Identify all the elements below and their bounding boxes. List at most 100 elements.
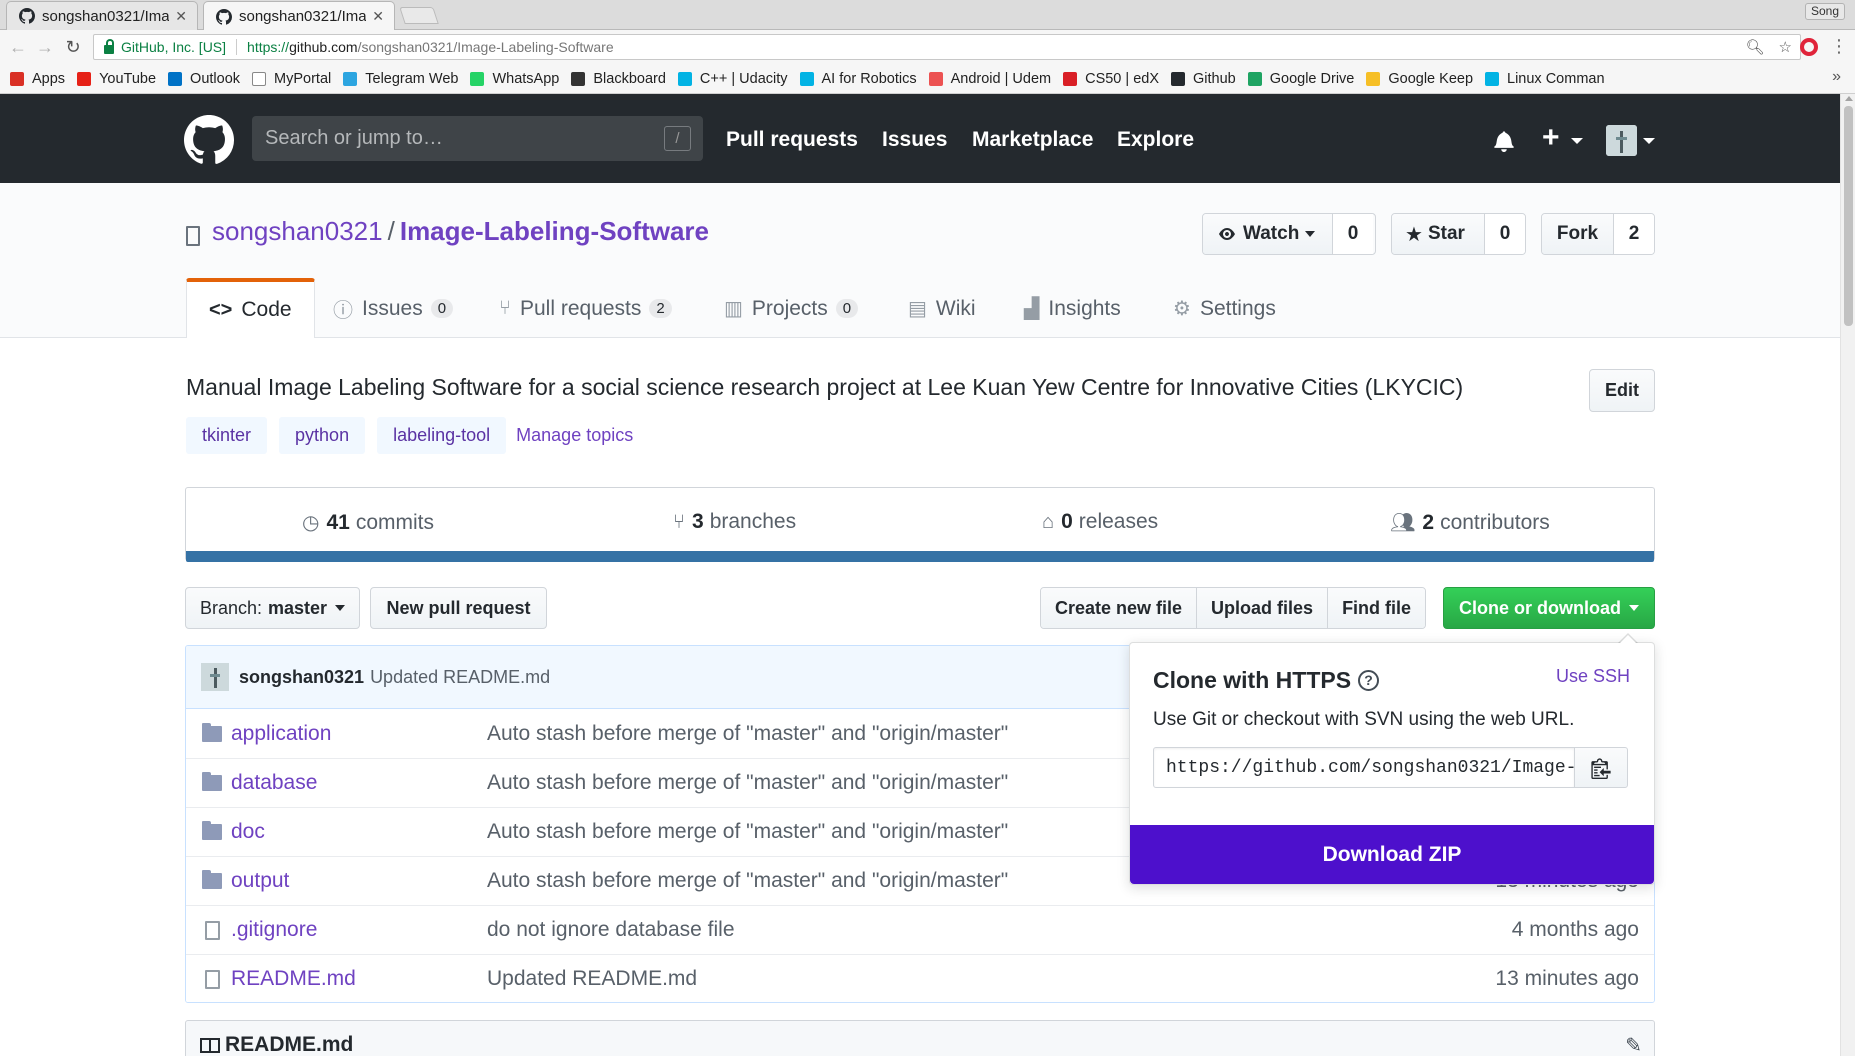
bookmark-item[interactable]: WhatsApp	[470, 71, 559, 87]
divider	[236, 39, 238, 55]
commit-message-link[interactable]: Auto stash before merge of "master" and …	[487, 869, 1008, 893]
edit-description-button[interactable]: Edit	[1589, 369, 1655, 412]
search-input[interactable]	[252, 116, 703, 161]
reload-button[interactable]: ↻	[63, 37, 83, 57]
commits-link[interactable]: ◷ 41 commits	[302, 510, 434, 535]
tab-projects[interactable]: ▥ Projects 0	[724, 279, 859, 338]
file-icon-cell	[202, 920, 222, 940]
bookmarks-overflow-icon[interactable]: »	[1832, 68, 1841, 86]
address-bar[interactable]: GitHub, Inc. [US] https:// github.com /s…	[93, 34, 1801, 60]
contributors-link[interactable]: 👥︎ 2 contributors	[1390, 510, 1550, 535]
upload-files-button[interactable]: Upload files	[1197, 588, 1329, 628]
page-scrollbar[interactable]	[1840, 94, 1855, 1056]
commit-message-link[interactable]: Updated README.md	[370, 667, 550, 688]
browser-tab-2[interactable]: songshan0321/Ima ✕	[203, 1, 395, 31]
pencil-icon[interactable]: ✎	[1625, 1033, 1642, 1056]
commit-message-link[interactable]: Auto stash before merge of "master" and …	[487, 722, 1008, 746]
tab-insights[interactable]: ▟ Insights	[1024, 279, 1121, 338]
bookmark-item[interactable]: Google Keep	[1366, 71, 1473, 87]
file-name-link[interactable]: .gitignore	[231, 918, 317, 942]
profile-chip[interactable]: Song	[1804, 3, 1845, 20]
branches-link[interactable]: ⑂ 3 branches	[673, 510, 796, 534]
browser-tab-1[interactable]: songshan0321/Ima ✕	[6, 1, 198, 30]
tab-wiki[interactable]: ▤ Wiki	[908, 279, 976, 338]
bell-icon[interactable]	[1493, 130, 1515, 152]
bookmark-item[interactable]: Linux Comman	[1485, 71, 1605, 87]
bookmark-item[interactable]: Apps	[10, 71, 65, 87]
user-avatar[interactable]	[1606, 125, 1637, 156]
bookmark-item[interactable]: C++ | Udacity	[677, 71, 788, 87]
fork-button[interactable]: Fork	[1542, 214, 1614, 254]
manage-topics-link[interactable]: Manage topics	[516, 425, 633, 446]
nav-issues[interactable]: Issues	[882, 128, 947, 152]
releases-link[interactable]: ⌂ 0 releases	[1042, 510, 1158, 534]
commit-message-link[interactable]: Auto stash before merge of "master" and …	[487, 820, 1008, 844]
clone-or-download-button[interactable]: Clone or download	[1443, 587, 1655, 629]
bookmark-item[interactable]: Telegram Web	[343, 71, 458, 87]
chevron-down-icon[interactable]	[1643, 138, 1655, 144]
commit-message-link[interactable]: Auto stash before merge of "master" and …	[487, 771, 1008, 795]
chevron-down-icon[interactable]	[1571, 138, 1583, 144]
avatar[interactable]	[201, 663, 229, 691]
bookmark-item[interactable]: Android | Udem	[928, 71, 1051, 87]
nav-pull-requests[interactable]: Pull requests	[726, 128, 858, 152]
watch-count[interactable]: 0	[1333, 214, 1373, 254]
star-button[interactable]: ★ Star	[1392, 214, 1485, 254]
bookmark-item[interactable]: AI for Robotics	[799, 71, 917, 87]
bookmark-item[interactable]: YouTube	[77, 71, 156, 87]
topic-tag[interactable]: python	[279, 417, 366, 454]
clone-url-input[interactable]	[1153, 747, 1575, 788]
back-button[interactable]: ←	[8, 37, 28, 57]
tab-pull-requests[interactable]: ⑂ Pull requests 2	[499, 279, 672, 338]
use-ssh-link[interactable]: Use SSH	[1556, 666, 1630, 687]
fork-count[interactable]: 2	[1614, 214, 1654, 254]
topic-tag[interactable]: tkinter	[186, 417, 268, 454]
forward-button[interactable]: →	[35, 37, 55, 57]
bookmark-star-icon[interactable]: ☆	[1779, 38, 1792, 56]
bookmark-item[interactable]: Google Drive	[1247, 71, 1354, 87]
file-name-link[interactable]: output	[231, 869, 289, 893]
create-new-file-button[interactable]: Create new file	[1041, 588, 1198, 628]
topic-tag[interactable]: labeling-tool	[377, 417, 507, 454]
commit-message-link[interactable]: Updated README.md	[487, 967, 697, 991]
file-name-link[interactable]: database	[231, 771, 317, 795]
udacity-icon	[799, 71, 814, 86]
star-count[interactable]: 0	[1485, 214, 1525, 254]
tab-settings[interactable]: ⚙ Settings	[1173, 279, 1276, 338]
file-name-link[interactable]: application	[231, 722, 331, 746]
commit-author-link[interactable]: songshan0321	[239, 667, 364, 688]
file-name-link[interactable]: README.md	[231, 967, 356, 991]
github-logo-icon[interactable]	[184, 115, 234, 165]
repo-name-link[interactable]: Image-Labeling-Software	[400, 216, 709, 246]
repo-owner-link[interactable]: songshan0321	[212, 216, 383, 246]
close-icon[interactable]: ✕	[372, 8, 384, 25]
commit-message-link[interactable]: do not ignore database file	[487, 918, 735, 942]
scroll-up-arrow-icon[interactable]	[1845, 96, 1853, 101]
create-new-plus-icon[interactable]: +	[1542, 123, 1560, 153]
download-zip-button[interactable]: Download ZIP	[1130, 825, 1654, 884]
bookmark-item[interactable]: CS50 | edX	[1063, 71, 1159, 87]
tab-issues[interactable]: ⓘ Issues 0	[333, 279, 454, 338]
zoom-icon[interactable]: 🔍︎	[1746, 38, 1765, 56]
new-tab-button[interactable]	[399, 7, 439, 24]
opera-extension-icon[interactable]	[1800, 38, 1818, 56]
tab-code[interactable]: <> Code	[186, 278, 315, 338]
watch-button[interactable]: Watch	[1203, 214, 1333, 254]
bookmark-item[interactable]: MyPortal	[252, 71, 331, 87]
file-name-link[interactable]: doc	[231, 820, 265, 844]
close-icon[interactable]: ✕	[175, 8, 187, 25]
nav-explore[interactable]: Explore	[1117, 128, 1194, 152]
browser-menu-icon[interactable]: ⋮	[1830, 36, 1848, 56]
bookmark-item[interactable]: Github	[1171, 71, 1236, 87]
find-file-button[interactable]: Find file	[1328, 588, 1426, 628]
question-icon[interactable]: ?	[1358, 670, 1380, 691]
bookmark-item[interactable]: Blackboard	[571, 71, 666, 87]
new-pull-request-button[interactable]: New pull request	[370, 587, 547, 629]
bookmark-item[interactable]: Outlook	[168, 71, 240, 87]
outlook-icon	[168, 71, 183, 86]
language-bar[interactable]	[186, 551, 1654, 562]
scrollbar-thumb[interactable]	[1844, 106, 1853, 326]
branch-select-button[interactable]: Branch: master	[185, 587, 360, 629]
copy-to-clipboard-button[interactable]	[1574, 747, 1628, 788]
nav-marketplace[interactable]: Marketplace	[972, 128, 1093, 152]
